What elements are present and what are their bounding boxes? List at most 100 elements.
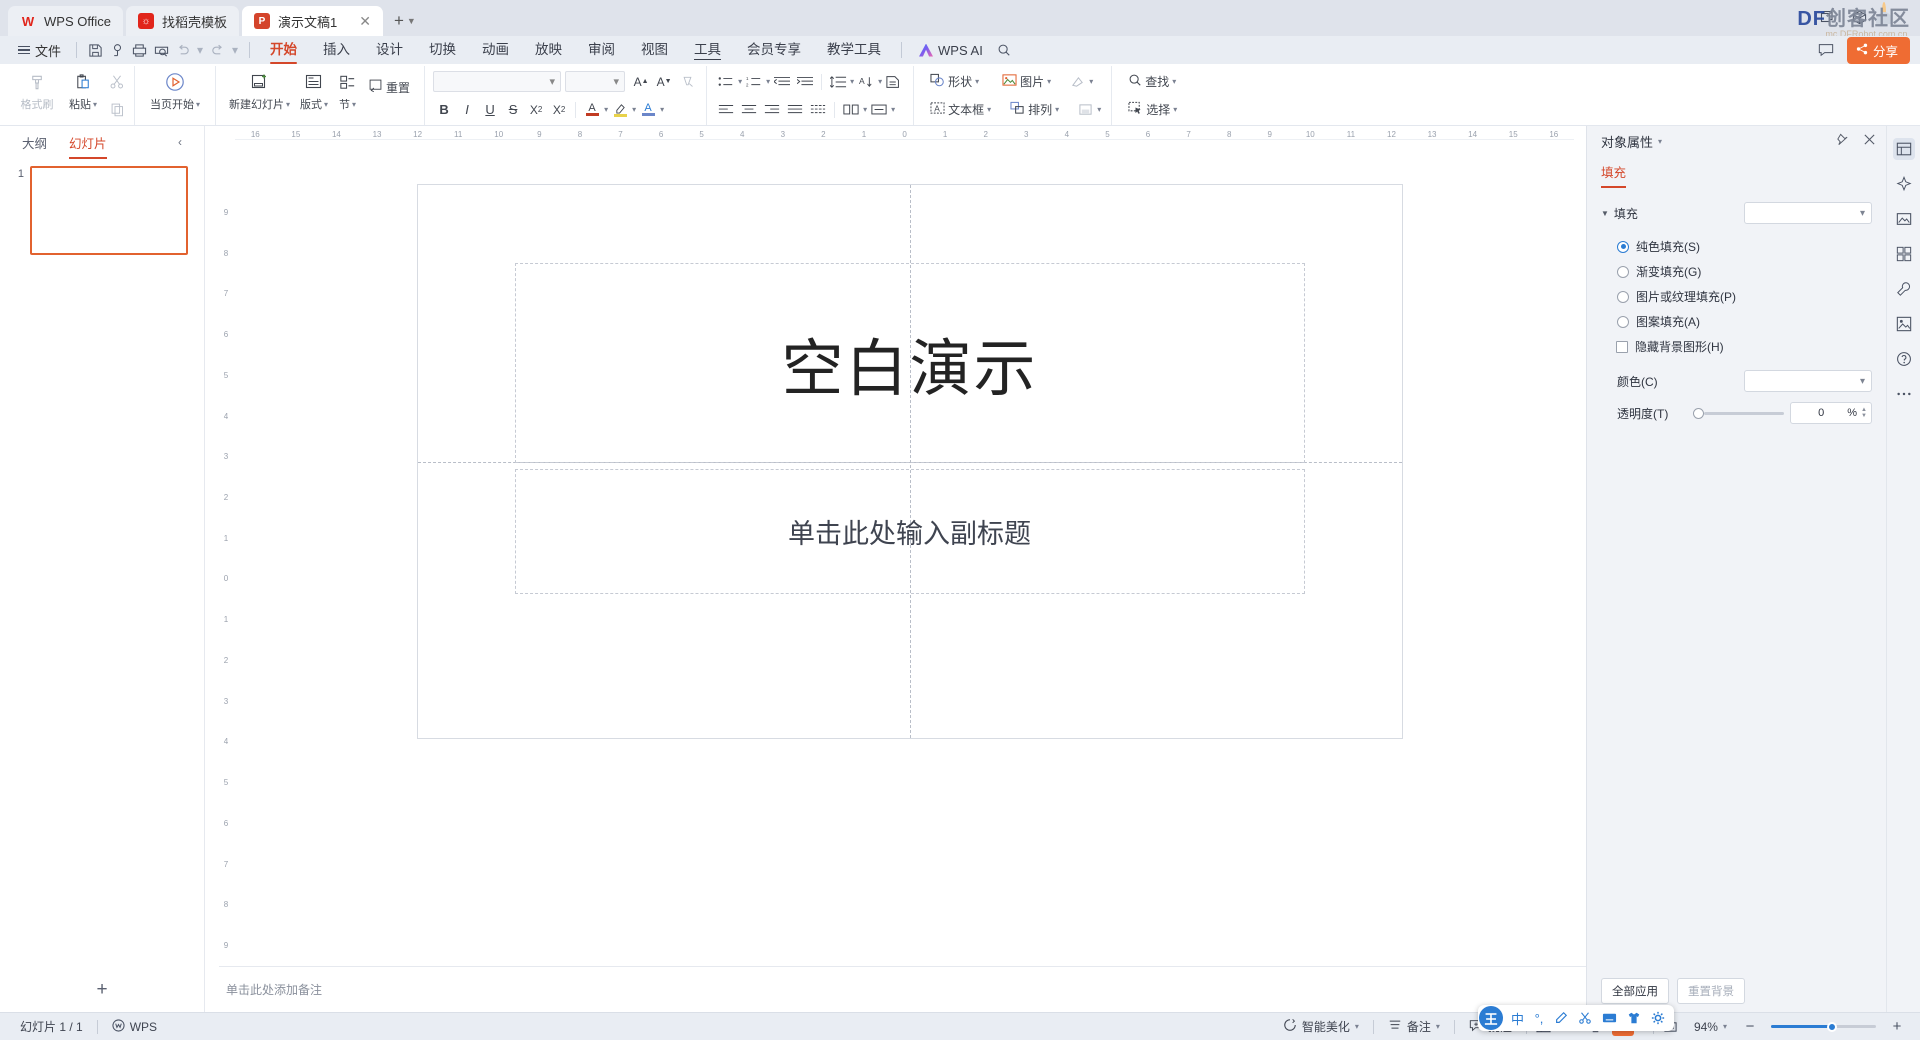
notes-button[interactable]: 备注 ▾ [1378, 1018, 1450, 1035]
font-name-select[interactable]: ▾ [433, 71, 562, 92]
ime-punctuation-toggle[interactable]: °, [1529, 1011, 1549, 1026]
option-solid-fill[interactable]: 纯色填充(S) [1601, 234, 1872, 259]
vertical-ruler[interactable]: 9 8 7 6 5 4 3 2 1 0 1 2 3 4 5 6 7 8 9 [219, 140, 233, 966]
image-resource-icon[interactable] [1893, 313, 1915, 335]
ribbon-tab-tools[interactable]: 工具 [681, 36, 734, 64]
shape-fill-icon[interactable] [1074, 99, 1096, 121]
slide-thumbnail[interactable] [30, 166, 188, 255]
tab-fill[interactable]: 填充 [1601, 162, 1627, 188]
superscript-button[interactable]: X2 [525, 99, 547, 121]
select-button[interactable]: 选择 ▾ [1122, 99, 1183, 121]
justify-icon[interactable] [784, 99, 806, 121]
decrease-font-size-icon[interactable]: A ▼ [653, 71, 675, 93]
zoom-in-button[interactable]: + [1887, 1017, 1907, 1037]
ribbon-tab-animation[interactable]: 动画 [469, 36, 522, 64]
subscript-button[interactable]: X2 [548, 99, 570, 121]
shape-quick-style-icon[interactable] [1066, 71, 1088, 93]
chevron-down-icon[interactable]: ▾ [352, 100, 356, 109]
ime-toolbar[interactable]: 王 中 °, [1478, 1005, 1675, 1031]
text-highlight-icon[interactable] [609, 99, 631, 121]
share-button[interactable]: 分享 [1846, 36, 1910, 64]
ribbon-tab-home[interactable]: 开始 [257, 36, 310, 64]
shapes-button[interactable]: 形状 ▾ [924, 71, 985, 93]
undo-dropdown-icon[interactable]: ▾ [194, 39, 206, 61]
slide-canvas[interactable]: 空白演示 单击此处输入副标题 [416, 184, 1403, 739]
save-icon[interactable] [84, 39, 106, 61]
chevron-down-icon[interactable]: ▾ [93, 100, 97, 109]
align-right-icon[interactable] [761, 99, 783, 121]
notes-pane[interactable]: 单击此处添加备注 [219, 966, 1586, 1012]
tab-outline[interactable]: 大纲 [22, 133, 47, 152]
font-size-select[interactable]: ▾ [565, 71, 626, 92]
text-direction-icon[interactable]: A [855, 71, 877, 93]
ribbon-tab-teaching[interactable]: 教学工具 [814, 36, 894, 64]
chevron-down-icon[interactable]: ▾ [850, 77, 854, 86]
option-pattern-fill[interactable]: 图案填充(A) [1601, 309, 1872, 334]
smart-beautify-button[interactable]: 智能美化 ▾ [1273, 1018, 1369, 1035]
slider-handle[interactable] [1693, 407, 1704, 419]
pen-icon[interactable] [1549, 1011, 1573, 1025]
zoom-out-button[interactable]: − [1740, 1017, 1760, 1037]
cube-3d-icon[interactable] [1850, 8, 1868, 26]
chevron-down-icon[interactable]: ▾ [878, 77, 882, 86]
chevron-down-icon[interactable]: ▾ [1723, 1022, 1727, 1031]
help-icon[interactable] [1893, 348, 1915, 370]
search-template-icon[interactable] [106, 39, 128, 61]
print-preview-icon[interactable] [150, 39, 172, 61]
template-icon[interactable] [1893, 243, 1915, 265]
ribbon-tab-member[interactable]: 会员专享 [734, 36, 814, 64]
checkbox-icon[interactable] [1616, 340, 1628, 353]
underline-button[interactable]: U [479, 99, 501, 121]
picture-button[interactable]: 图片 ▾ [996, 71, 1057, 93]
chevron-down-icon[interactable]: ▾ [632, 105, 636, 114]
tools-icon[interactable] [1893, 278, 1915, 300]
bullet-list-icon[interactable] [715, 71, 737, 93]
cut-button[interactable] [106, 71, 128, 93]
chevron-down-icon[interactable]: ▾ [1089, 77, 1093, 86]
ribbon-tab-review[interactable]: 审阅 [575, 36, 628, 64]
align-center-icon[interactable] [738, 99, 760, 121]
chevron-down-icon[interactable]: ▾ [1436, 1022, 1440, 1031]
title-placeholder[interactable]: 空白演示 [514, 263, 1305, 463]
format-painter-button[interactable]: 格式刷 [14, 66, 60, 125]
option-hide-background-graphics[interactable]: 隐藏背景图形(H) [1601, 334, 1872, 359]
scissors-icon[interactable] [1573, 1011, 1597, 1025]
stepper-arrows[interactable]: ▲ ▼ [1861, 407, 1867, 419]
chevron-down-icon[interactable]: ▾ [1097, 105, 1101, 114]
chevron-down-icon[interactable]: ▾ [324, 100, 328, 109]
list-item[interactable]: 1 [0, 166, 204, 255]
chevron-down-icon[interactable]: ▾ [286, 100, 290, 109]
triangle-down-icon[interactable]: ▼ [1601, 209, 1609, 218]
subtitle-placeholder[interactable]: 单击此处输入副标题 [514, 469, 1305, 594]
chevron-down-icon[interactable]: ▾ [660, 105, 664, 114]
italic-button[interactable]: I [456, 99, 478, 121]
redo-icon[interactable] [206, 39, 228, 61]
option-gradient-fill[interactable]: 渐变填充(G) [1601, 259, 1872, 284]
chevron-down-icon[interactable]: ▾ [738, 77, 742, 86]
material-library-icon[interactable] [1893, 208, 1915, 230]
font-color-icon[interactable]: A [581, 99, 603, 121]
wps-status-item[interactable]: WPS [102, 1018, 167, 1035]
chevron-down-icon[interactable]: ▾ [1658, 137, 1662, 146]
zoom-level[interactable]: 94% ▾ [1684, 1020, 1737, 1034]
avatar[interactable] [1882, 2, 1908, 30]
chevron-down-icon[interactable]: ▾ [987, 105, 991, 114]
reset-button[interactable]: 重置 [362, 76, 416, 98]
add-slide-button[interactable]: + [0, 968, 204, 1012]
search-icon[interactable] [993, 39, 1015, 61]
copy-button[interactable] [106, 99, 128, 121]
text-effects-icon[interactable]: A [637, 99, 659, 121]
align-text-icon[interactable] [868, 99, 890, 121]
layout-button[interactable]: 版式 ▾ [295, 66, 333, 125]
zoom-slider-handle[interactable] [1826, 1021, 1837, 1032]
undo-icon[interactable] [172, 39, 194, 61]
chevron-down-icon[interactable]: ▾ [975, 77, 979, 86]
close-icon[interactable]: ✕ [359, 14, 371, 28]
customize-dropdown-icon[interactable]: ▾ [228, 39, 242, 61]
ai-design-icon[interactable] [1893, 173, 1915, 195]
more-icon[interactable] [1893, 383, 1915, 405]
chevron-down-icon[interactable]: ▾ [604, 105, 608, 114]
object-properties-icon[interactable] [1892, 138, 1915, 160]
align-left-icon[interactable] [715, 99, 737, 121]
shirt-icon[interactable] [1622, 1011, 1646, 1025]
